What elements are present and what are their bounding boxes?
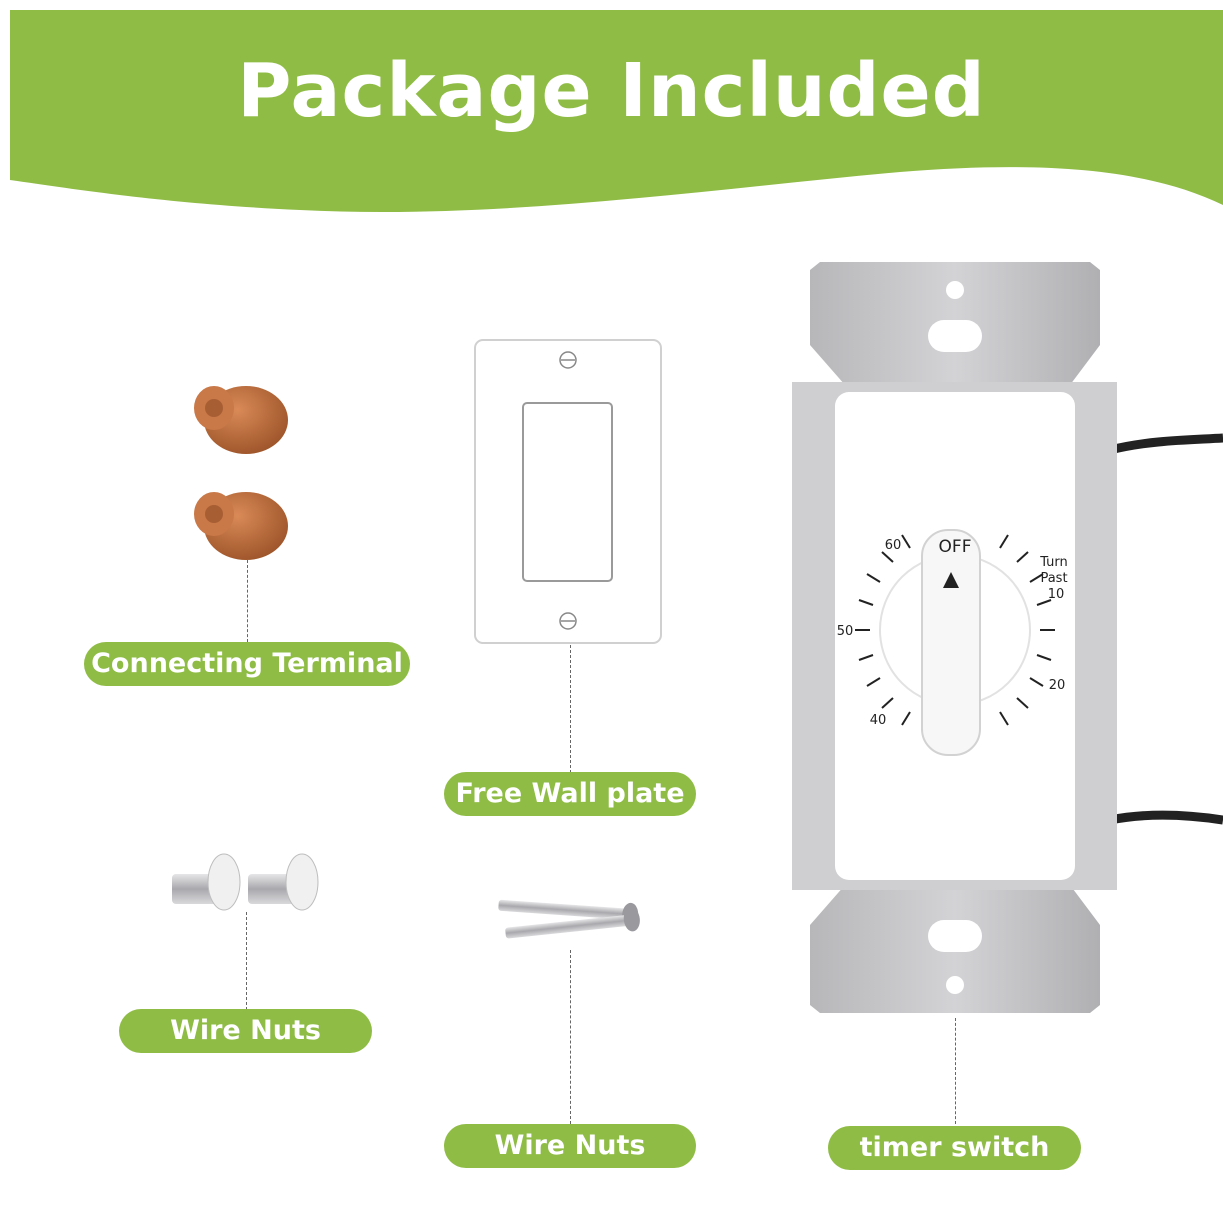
dial-mark-10: 10 [1048, 587, 1065, 602]
timer-switch-icon [792, 262, 1223, 1013]
dial-turn-label: Turn [1039, 555, 1068, 570]
package-included-graphic: Package Included 60 OFF Turn Past 10 50 … [0, 0, 1223, 1216]
dial-mark-60: 60 [885, 538, 902, 553]
dial-mark-50: 50 [837, 624, 854, 639]
leader-line-terminal [247, 560, 248, 642]
leader-line-long-screws [570, 950, 571, 1124]
dial-past-label: Past [1040, 571, 1067, 586]
label-wire-nuts-2: Wire Nuts [444, 1124, 696, 1168]
leader-line-small-screws [246, 912, 247, 1010]
wall-plate-icon [474, 339, 662, 644]
label-free-wall-plate: Free Wall plate [444, 772, 696, 816]
wire-connector-icon [194, 386, 288, 560]
label-wire-nuts-1: Wire Nuts [119, 1009, 372, 1053]
dial-mark-40: 40 [870, 713, 887, 728]
label-connecting-terminal: Connecting Terminal [84, 642, 410, 686]
leader-line-wall-plate [570, 645, 571, 773]
dial-mark-20: 20 [1049, 678, 1066, 693]
small-screws-icon [172, 853, 319, 911]
leader-line-timer [955, 1018, 956, 1124]
dial-off-label: OFF [939, 537, 972, 557]
label-timer-switch: timer switch [828, 1126, 1081, 1170]
long-screws-icon [498, 899, 640, 939]
